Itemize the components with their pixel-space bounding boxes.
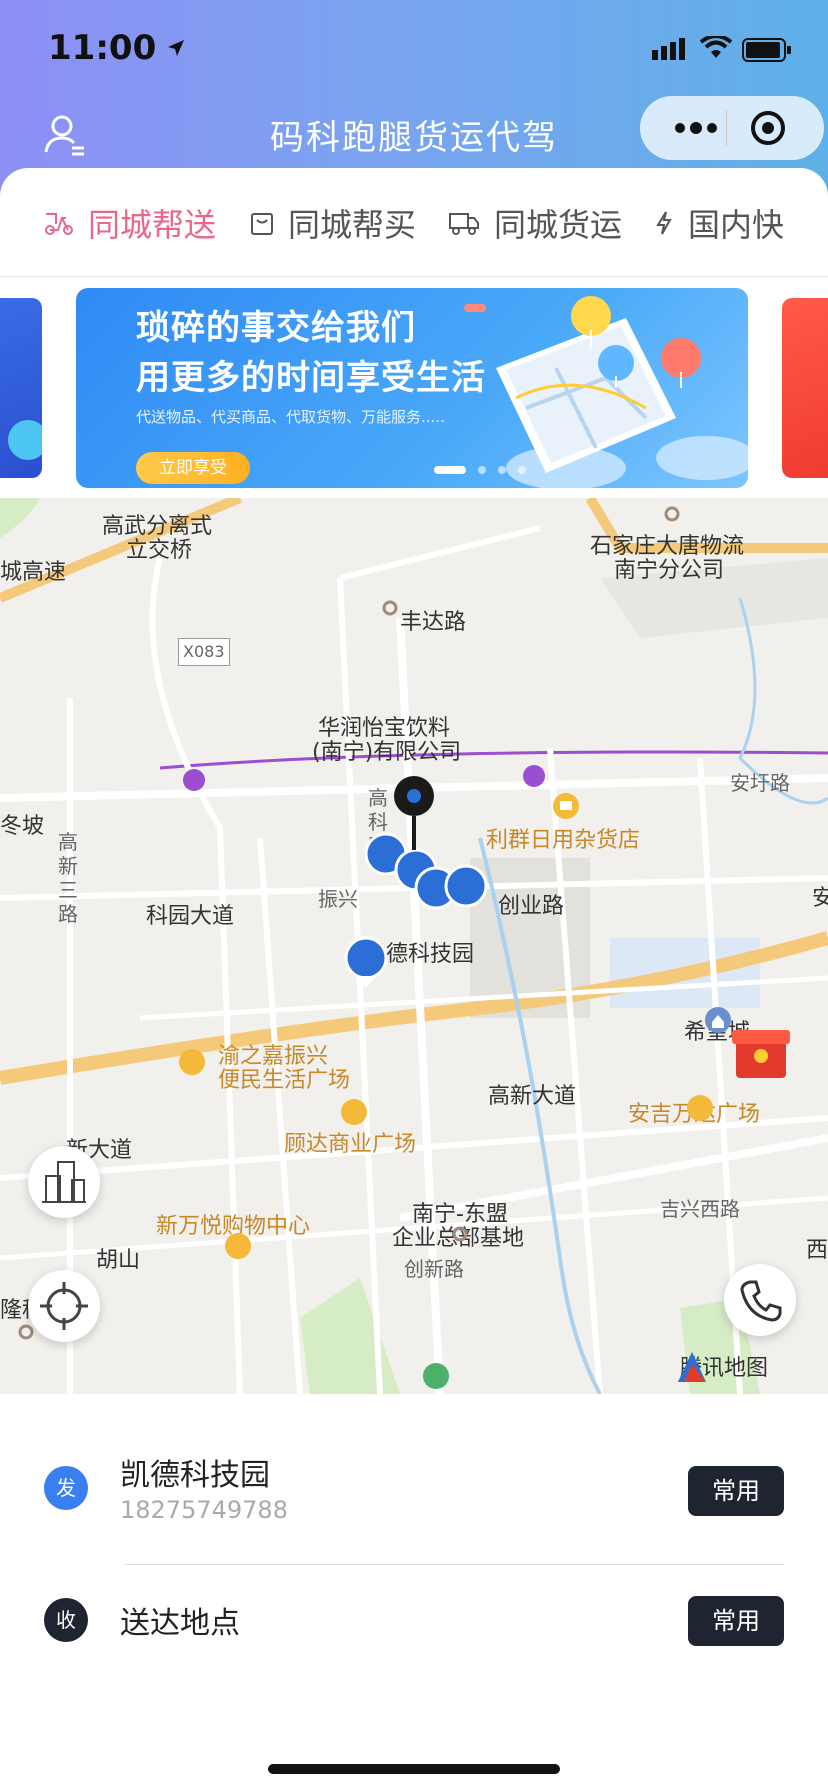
lightning-icon	[656, 211, 672, 235]
call-button[interactable]	[724, 1264, 796, 1336]
poi-icon	[664, 506, 680, 522]
rider-marker-icon	[344, 832, 488, 988]
decorative-bubble	[8, 420, 42, 460]
sender-frequent-button[interactable]: 常用	[688, 1466, 784, 1516]
cellular-signal-icon	[652, 38, 685, 60]
status-time: 11:00	[48, 28, 157, 68]
tab-label: 同城货运	[494, 206, 623, 244]
carousel-dot	[518, 466, 526, 474]
carousel-dot-active	[434, 466, 466, 474]
receiver-badge: 收	[44, 1598, 88, 1642]
receiver-row[interactable]: 收 送达地点 常用	[0, 1574, 828, 1694]
more-options-icon[interactable]	[668, 114, 738, 142]
tab-same-city-purchase[interactable]: 同城帮买	[250, 198, 416, 248]
banner-carousel[interactable]: 琐碎的事交给我们 用更多的时间享受生活 代送物品、代买商品、代取货物、万能服务.…	[0, 288, 828, 488]
poi-icon	[382, 600, 398, 616]
banner-next-slide[interactable]	[782, 298, 828, 478]
banner-headline: 琐碎的事交给我们	[136, 308, 416, 348]
service-tabs: 同城帮送 同城帮买 同城货运 国内快	[0, 168, 828, 277]
promo-banner[interactable]: 琐碎的事交给我们 用更多的时间享受生活 代送物品、代买商品、代取货物、万能服务.…	[76, 288, 748, 488]
receiver-frequent-button[interactable]: 常用	[688, 1596, 784, 1646]
camera-poi-icon	[423, 1363, 449, 1389]
sender-phone: 18275749788	[120, 1496, 288, 1524]
sender-name: 凯德科技园	[120, 1458, 270, 1493]
close-miniprogram-icon[interactable]	[748, 108, 788, 148]
scooter-icon	[45, 213, 73, 235]
tab-same-city-freight[interactable]: 同城货运	[448, 198, 622, 248]
battery-icon	[742, 38, 791, 62]
tab-domestic-express[interactable]: 国内快	[654, 198, 784, 248]
banner-prev-slide[interactable]	[0, 298, 42, 478]
red-packet-icon	[732, 1030, 790, 1078]
tab-same-city-delivery[interactable]: 同城帮送	[44, 198, 216, 248]
receiver-name: 送达地点	[120, 1606, 240, 1641]
map-markers	[18, 506, 790, 1389]
banner-headline-2: 用更多的时间享受生活	[136, 358, 486, 398]
tab-label: 同城帮买	[288, 206, 417, 244]
shop-icon	[553, 793, 579, 819]
home-poi-icon	[705, 1007, 731, 1033]
tencent-maps-logo: 腾讯地图	[674, 1350, 768, 1382]
truck-icon	[449, 213, 479, 235]
sender-row[interactable]: 发 凯德科技园 18275749788 常用	[0, 1394, 828, 1534]
tab-label: 国内快	[688, 206, 785, 244]
sender-badge: 发	[44, 1466, 88, 1510]
bag-icon	[251, 213, 273, 235]
building-view-button[interactable]	[28, 1146, 100, 1218]
location-arrow-icon	[168, 40, 184, 56]
carousel-dot	[478, 466, 486, 474]
phone-icon	[740, 1280, 782, 1322]
miniprogram-capsule	[640, 96, 824, 160]
locate-crosshair-icon	[40, 1282, 88, 1330]
shop-icon	[179, 1049, 713, 1259]
tab-label: 同城帮送	[88, 206, 217, 244]
buildings-icon	[42, 1161, 86, 1203]
status-bar: 11:00	[0, 0, 828, 100]
carousel-indicators	[434, 466, 526, 474]
row-divider	[124, 1564, 784, 1565]
phone-map-illustration	[464, 296, 748, 488]
tencent-maps-icon	[678, 1352, 706, 1382]
metro-station-icon	[183, 765, 545, 791]
address-panel: 发 凯德科技园 18275749788 常用 收 送达地点 常用	[0, 1394, 828, 1792]
carousel-dot	[498, 466, 506, 474]
map-view[interactable]: 高武分离式 立交桥 城高速 石家庄大唐物流 南宁分公司 丰达路 X083 华润怡…	[0, 498, 828, 1394]
locate-me-button[interactable]	[28, 1270, 100, 1342]
wifi-icon	[700, 36, 732, 58]
capsule-divider	[726, 110, 727, 146]
banner-subtext: 代送物品、代买商品、代取货物、万能服务.....	[136, 408, 445, 426]
home-indicator	[268, 1764, 560, 1774]
navigation-bar: 码科跑腿货运代驾	[0, 96, 828, 170]
banner-cta-button[interactable]: 立即享受	[136, 452, 250, 484]
